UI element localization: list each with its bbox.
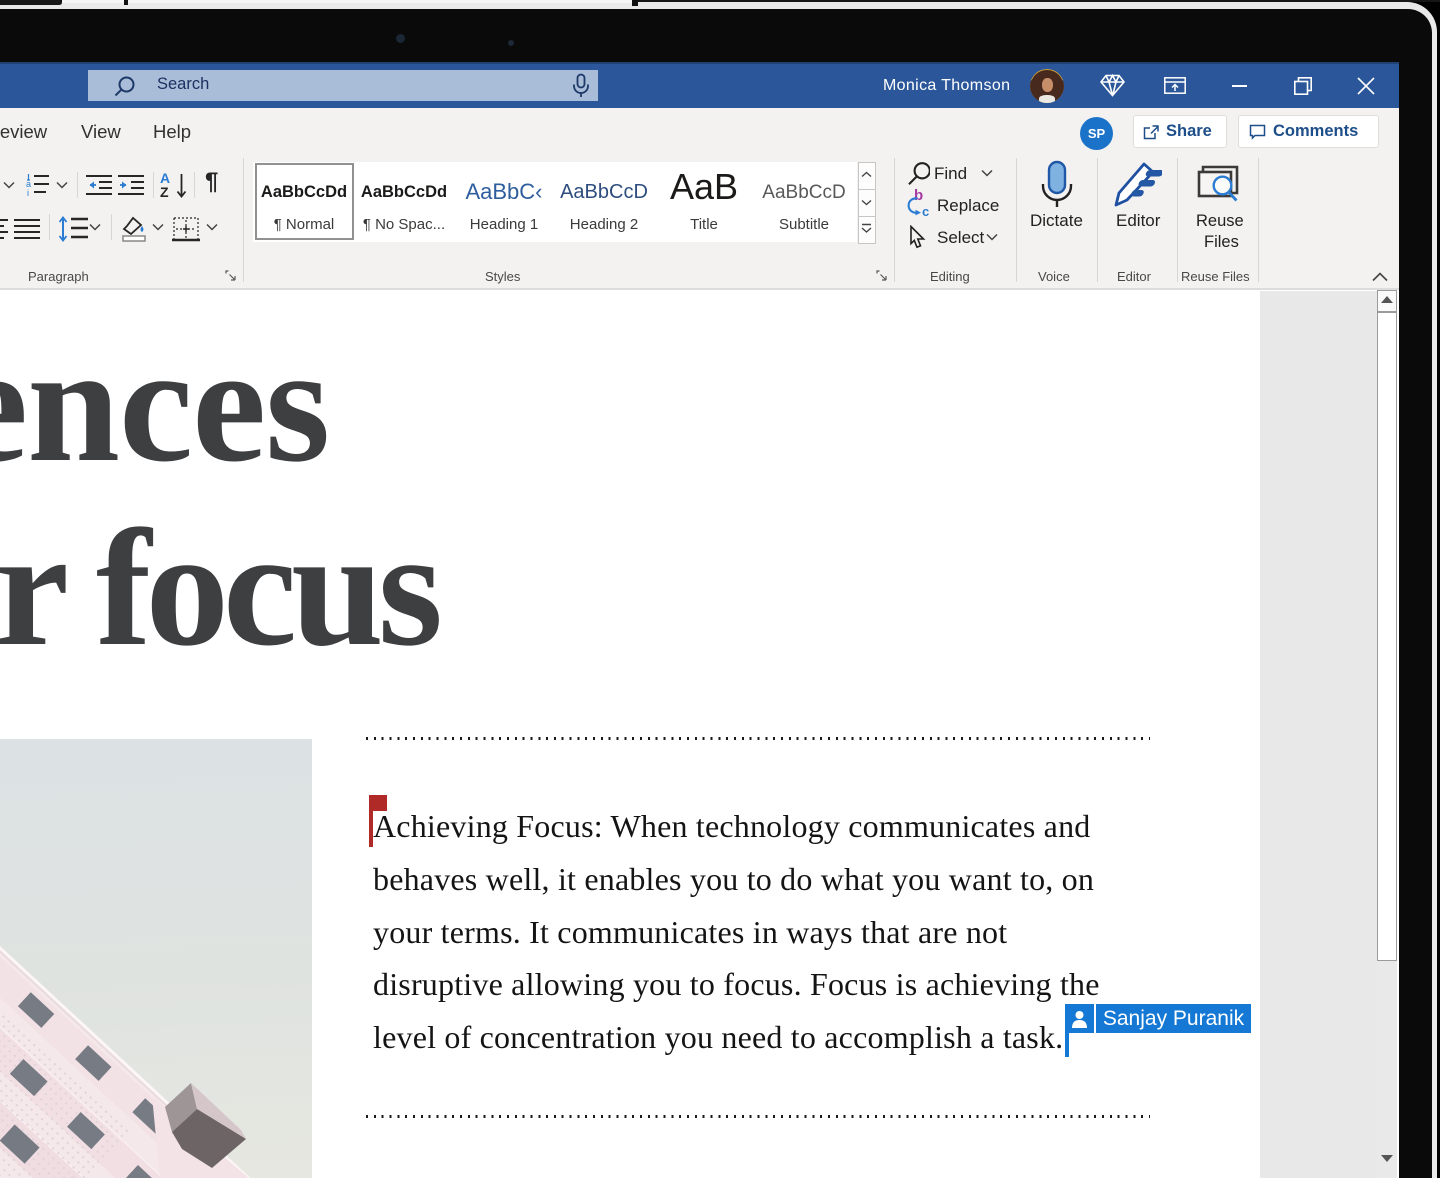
svg-text:i: i	[27, 188, 29, 197]
